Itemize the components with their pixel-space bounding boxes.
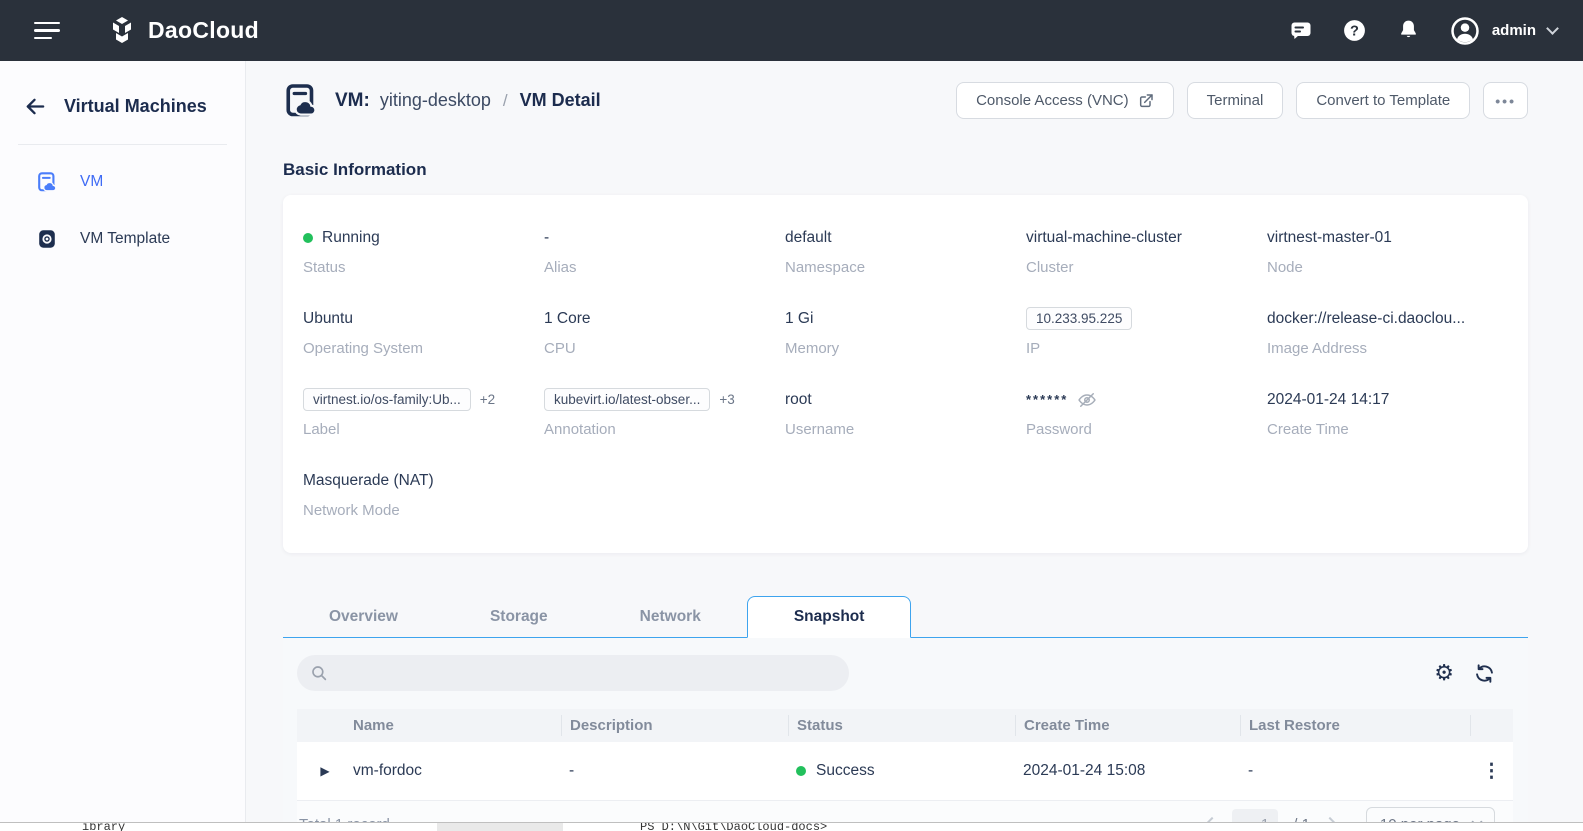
field-memory: 1 Gi Memory: [785, 309, 840, 358]
snapshot-table: Name Description Status Create Time Last…: [297, 709, 1513, 831]
external-link-icon: [1139, 93, 1153, 107]
annotation-extra-count[interactable]: +3: [719, 392, 734, 407]
ip-chip[interactable]: 10.233.95.225: [1026, 307, 1133, 330]
arrow-left-icon: [26, 98, 45, 115]
tab-storage[interactable]: Storage: [444, 597, 594, 637]
sidebar-item-label: VM Template: [80, 229, 171, 247]
svg-text:?: ?: [1350, 24, 1359, 40]
background-window-block: [437, 823, 563, 831]
label-chip[interactable]: virtnest.io/os-family:Ub...: [303, 388, 471, 411]
field-operating-system: Ubuntu Operating System: [303, 309, 424, 358]
sidebar: Virtual Machines VM VM Template: [0, 61, 246, 831]
detail-tabs: Overview Storage Network Snapshot: [283, 594, 1528, 638]
table-header: Name Description Status Create Time Last…: [297, 709, 1513, 742]
expand-column-header: [297, 715, 345, 736]
field-network-mode: Masquerade (NAT) Network Mode: [303, 471, 434, 520]
brand-name: DaoCloud: [148, 17, 259, 43]
help-icon[interactable]: ?: [1342, 18, 1368, 44]
sidebar-item-vm[interactable]: VM: [0, 153, 245, 210]
field-alias: - Alias: [544, 228, 577, 277]
console-access-button[interactable]: Console Access (VNC): [956, 82, 1174, 119]
sidebar-item-vm-template[interactable]: VM Template: [0, 210, 245, 267]
sidebar-back-title[interactable]: Virtual Machines: [0, 95, 245, 118]
breadcrumb-page: VM Detail: [519, 90, 601, 110]
avatar: [1451, 16, 1479, 45]
vm-template-icon: [39, 229, 55, 248]
terminal-button[interactable]: Terminal: [1186, 82, 1284, 119]
convert-label: Convert to Template: [1316, 92, 1451, 109]
topbar: DaoCloud ? admin: [0, 0, 1583, 61]
background-window-text: PS D:\N\Git\DaoCloud-docs>: [640, 822, 828, 831]
username-label: admin: [1491, 22, 1536, 39]
daocloud-cube-icon: [113, 16, 131, 43]
vm-doc-cloud-icon: [38, 171, 57, 191]
search-icon: [312, 666, 327, 681]
background-window-text: ibrary: [82, 822, 126, 831]
eye-off-icon[interactable]: [1077, 390, 1097, 410]
basic-information-card: Running Status - Alias default Namespace…: [283, 195, 1528, 553]
field-cluster: virtual-machine-cluster Cluster: [1026, 228, 1182, 277]
field-create-time: 2024-01-24 14:17 Create Time: [1267, 390, 1390, 439]
tab-snapshot[interactable]: Snapshot: [746, 596, 912, 638]
field-node: virtnest-master-01 Node: [1267, 228, 1392, 277]
cell-last-restore: -: [1248, 762, 1254, 779]
snapshot-panel: ⚙ Name Description Status Create Time La…: [283, 638, 1528, 831]
breadcrumb-entity: VM:: [335, 89, 370, 111]
more-actions-icon: •••: [1495, 92, 1516, 109]
cell-name[interactable]: vm-fordoc: [345, 762, 561, 780]
column-last-restore: Last Restore: [1240, 715, 1470, 736]
breadcrumb-separator: /: [502, 90, 508, 110]
field-cpu: 1 Core CPU: [544, 309, 591, 358]
convert-to-template-button[interactable]: Convert to Template: [1296, 82, 1471, 119]
cell-description: -: [569, 762, 575, 779]
tab-network[interactable]: Network: [594, 597, 747, 637]
status-dot: [796, 766, 806, 776]
notification-bell-icon[interactable]: [1396, 18, 1422, 44]
sidebar-item-label: VM: [80, 172, 104, 190]
divider: [18, 144, 227, 145]
settings-gear-icon[interactable]: ⚙: [1434, 662, 1454, 684]
cell-status: Success: [788, 762, 1015, 780]
console-access-label: Console Access (VNC): [976, 92, 1129, 109]
annotation-chip[interactable]: kubevirt.io/latest-obser...: [544, 388, 711, 411]
search-input[interactable]: [336, 665, 836, 681]
sidebar-title: Virtual Machines: [64, 96, 207, 116]
breadcrumb-vm-name[interactable]: yiting-desktop: [380, 90, 491, 111]
tab-overview[interactable]: Overview: [283, 597, 444, 637]
refresh-icon[interactable]: [1474, 663, 1495, 684]
cell-create-time: 2024-01-24 15:08: [1023, 762, 1146, 779]
search-box[interactable]: [297, 655, 849, 691]
vm-doc-cloud-icon: [286, 83, 317, 116]
user-menu[interactable]: admin: [1450, 16, 1559, 46]
field-username: root Username: [785, 390, 855, 439]
background-window-strip: ibrary PS D:\N\Git\DaoCloud-docs>: [0, 822, 1583, 831]
more-actions-button[interactable]: •••: [1483, 82, 1528, 119]
chevron-down-icon: [1546, 22, 1559, 35]
column-actions: [1470, 715, 1513, 736]
expand-row-icon[interactable]: ▶: [320, 764, 329, 778]
chat-icon[interactable]: [1288, 18, 1314, 44]
field-image-address: docker://release-ci.daoclou... Image Add…: [1267, 309, 1466, 358]
terminal-label: Terminal: [1206, 92, 1264, 109]
main-content: VM: yiting-desktop / VM Detail Console A…: [246, 61, 1583, 831]
column-description: Description: [561, 715, 788, 736]
brand-logo[interactable]: DaoCloud: [106, 15, 259, 47]
row-actions-kebab-icon[interactable]: ⋮: [1482, 762, 1501, 781]
field-status: Running Status: [303, 228, 380, 276]
field-label: virtnest.io/os-family:Ub... +2 Label: [303, 387, 544, 438]
field-namespace: default Namespace: [785, 228, 866, 277]
field-password: ****** Password: [1026, 387, 1267, 438]
table-row: ▶ vm-fordoc - Success 2024-01-24 15:08 -…: [297, 742, 1513, 801]
column-name: Name: [353, 717, 394, 734]
label-extra-count[interactable]: +2: [480, 392, 495, 407]
column-create-time: Create Time: [1015, 715, 1240, 736]
column-status: Status: [788, 715, 1015, 736]
field-annotation: kubevirt.io/latest-obser... +3 Annotation: [544, 387, 785, 438]
hamburger-menu-icon[interactable]: [34, 17, 60, 45]
status-dot: [303, 232, 313, 243]
basic-information-title: Basic Information: [283, 160, 427, 179]
field-ip: 10.233.95.225 IP: [1026, 306, 1267, 357]
snapshot-toolbar: ⚙: [297, 655, 1513, 691]
page-header: VM: yiting-desktop / VM Detail Console A…: [283, 82, 1528, 119]
